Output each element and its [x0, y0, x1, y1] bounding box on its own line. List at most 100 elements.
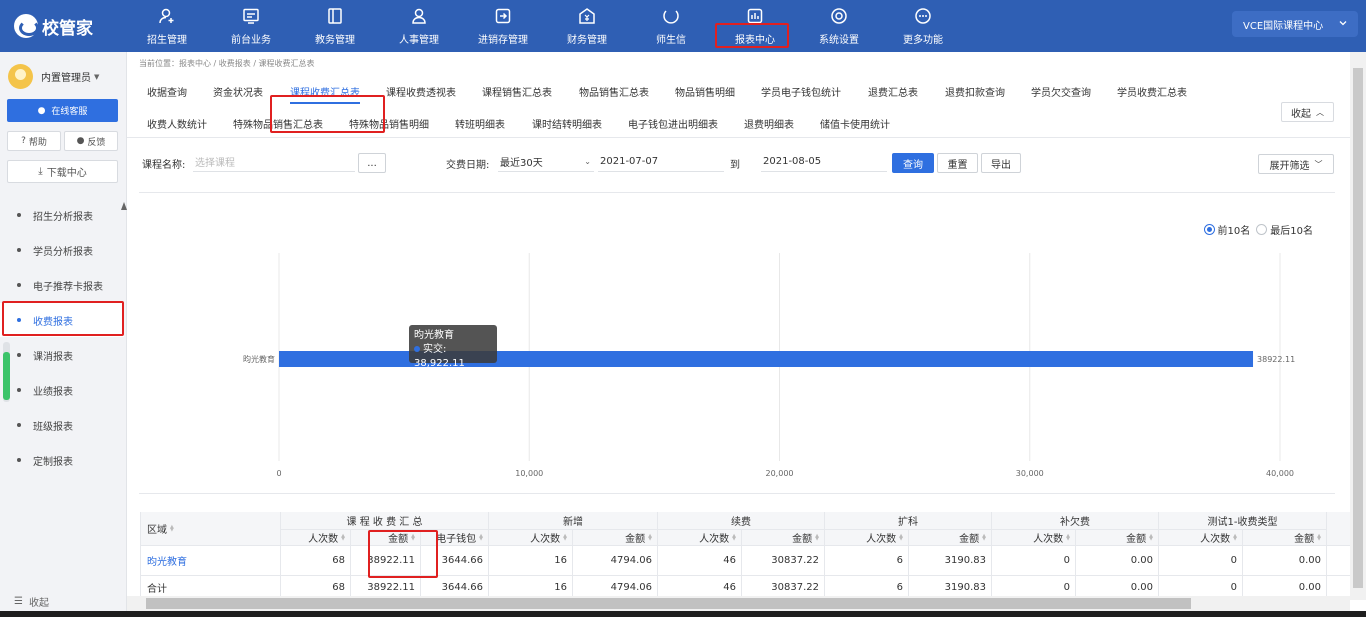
- bullet-icon: [17, 283, 21, 287]
- tab-transfer-detail[interactable]: 转班明细表: [455, 116, 505, 131]
- sort-icon[interactable]: ▲ ▼: [815, 533, 819, 541]
- sort-icon[interactable]: ▲ ▼: [170, 524, 174, 532]
- tabs-collapse-button[interactable]: 收起 ︿: [1281, 102, 1334, 122]
- query-button[interactable]: 查询: [892, 153, 934, 173]
- message-icon: [663, 10, 679, 24]
- column-subheader[interactable]: 人次数 ▲ ▼: [658, 530, 742, 546]
- feedback-button[interactable]: ● 反馈: [64, 131, 118, 151]
- sidebar-item-consumption-report[interactable]: 课消报表: [0, 338, 124, 372]
- sort-icon[interactable]: ▲ ▼: [1233, 533, 1237, 541]
- column-header-label: 区域: [147, 525, 167, 536]
- sort-icon[interactable]: ▲ ▼: [1317, 533, 1321, 541]
- feedback-label: 反馈: [87, 137, 106, 148]
- download-center-button[interactable]: ⤓ 下载中心: [7, 160, 118, 183]
- sidebar-item-label: 学员分析报表: [33, 246, 93, 258]
- tab-fund-status[interactable]: 资金状况表: [213, 84, 263, 99]
- sidebar-item-enrollment-report[interactable]: 招生分析报表: [0, 198, 124, 232]
- sort-icon[interactable]: ▲ ▼: [1066, 533, 1070, 541]
- nav-academic[interactable]: 教务管理: [293, 0, 377, 52]
- nav-label: 教务管理: [315, 35, 355, 46]
- column-group-header: 课 程 收 费 汇 总: [281, 512, 489, 530]
- course-browse-button[interactable]: ...: [358, 153, 386, 173]
- tab-wallet-stats[interactable]: 学员电子钱包统计: [761, 84, 841, 99]
- column-subheader[interactable]: 金额 ▲ ▼: [1243, 530, 1327, 546]
- column-subheader[interactable]: 金额 ▲ ▼: [909, 530, 992, 546]
- column-group-header: 新增: [489, 512, 658, 530]
- user-menu[interactable]: 内置管理员 ▼: [8, 64, 99, 89]
- column-header-region[interactable]: 区域 ▲ ▼: [141, 512, 281, 546]
- tab-goods-sales-detail[interactable]: 物品销售明细: [675, 84, 735, 99]
- tab-hours-carryover[interactable]: 课时结转明细表: [532, 116, 602, 131]
- column-subheader-label: 金额: [1126, 534, 1147, 545]
- bar-chart: 前10名 最后10名 0 10,000 20,000 30,000 40,000 昀光教育…: [139, 192, 1335, 494]
- nav-finance[interactable]: 财务管理: [545, 0, 629, 52]
- sort-icon[interactable]: ▲ ▼: [899, 533, 903, 541]
- bullet-icon: [17, 213, 21, 217]
- column-subheader[interactable]: 人次数 ▲ ▼: [281, 530, 351, 546]
- tab-receipt-query[interactable]: 收据查询: [147, 84, 187, 99]
- sidebar-item-custom-report[interactable]: 定制报表: [0, 443, 124, 477]
- help-icon: ?: [21, 136, 26, 146]
- tab-student-fee-summary[interactable]: 学员收费汇总表: [1117, 84, 1187, 99]
- sort-icon[interactable]: ▲ ▼: [1149, 533, 1153, 541]
- reset-button[interactable]: 重置: [937, 153, 978, 173]
- sidebar-collapse-button[interactable]: ☰ 收起: [14, 594, 49, 609]
- column-group-header: 测试1-收费类型: [1159, 512, 1327, 530]
- sidebar-item-student-report[interactable]: 学员分析报表: [0, 233, 124, 267]
- person-icon: [412, 8, 426, 24]
- sort-icon[interactable]: ▲ ▼: [563, 533, 567, 541]
- sidebar-item-ecard-report[interactable]: 电子推荐卡报表: [0, 268, 124, 302]
- date-range-select[interactable]: 最近30天 ⌄: [498, 152, 594, 172]
- tab-goods-sales-summary[interactable]: 物品销售汇总表: [579, 84, 649, 99]
- sort-icon[interactable]: ▲ ▼: [982, 533, 986, 541]
- column-subheader[interactable]: 人次数 ▲ ▼: [992, 530, 1076, 546]
- nav-enrollment[interactable]: 招生管理: [125, 0, 209, 52]
- sort-icon[interactable]: ▲ ▼: [341, 533, 345, 541]
- nav-more[interactable]: 更多功能: [881, 0, 965, 52]
- sidebar-scrollbar[interactable]: [3, 342, 10, 402]
- nav-messages[interactable]: 师生信: [629, 0, 713, 52]
- sort-icon[interactable]: ▲ ▼: [732, 533, 736, 541]
- tab-refund-summary[interactable]: 退费汇总表: [868, 84, 918, 99]
- nav-hr[interactable]: 人事管理: [377, 0, 461, 52]
- course-input[interactable]: 选择课程: [193, 152, 355, 172]
- tab-wallet-flow[interactable]: 电子钱包进出明细表: [628, 116, 718, 131]
- vertical-scrollbar[interactable]: [1350, 52, 1366, 600]
- tab-payer-count[interactable]: 收费人数统计: [147, 116, 207, 131]
- campus-selector[interactable]: VCE国际课程中心: [1232, 11, 1358, 37]
- horizontal-scrollbar[interactable]: [127, 596, 1350, 611]
- help-button[interactable]: ? 帮助: [7, 131, 61, 151]
- export-button[interactable]: 导出: [981, 153, 1021, 173]
- sort-icon[interactable]: ▲ ▼: [648, 533, 652, 541]
- sort-icon[interactable]: ▲ ▼: [479, 533, 483, 541]
- end-date-input[interactable]: 2021-08-05: [761, 152, 887, 172]
- table-cell: 30837.22: [742, 546, 825, 576]
- nav-settings[interactable]: 系统设置: [797, 0, 881, 52]
- column-subheader[interactable]: 人次数 ▲ ▼: [1159, 530, 1243, 546]
- tab-course-sales-summary[interactable]: 课程销售汇总表: [482, 84, 552, 99]
- column-subheader[interactable]: 金额 ▲ ▼: [1076, 530, 1159, 546]
- tab-arrears-query[interactable]: 学员欠交查询: [1031, 84, 1091, 99]
- column-subheader[interactable]: 金额 ▲ ▼: [742, 530, 825, 546]
- nav-front-desk[interactable]: 前台业务: [209, 0, 293, 52]
- tab-course-fee-pivot[interactable]: 课程收费透视表: [386, 84, 456, 99]
- horizontal-scroll-thumb[interactable]: [146, 598, 1191, 609]
- online-service-button[interactable]: ● 在线客服: [7, 99, 118, 122]
- start-date-input[interactable]: 2021-07-07: [598, 152, 724, 172]
- sidebar-item-performance-report[interactable]: 业绩报表: [0, 373, 124, 407]
- column-subheader[interactable]: 人次数 ▲ ▼: [825, 530, 909, 546]
- nav-inventory[interactable]: 进销存管理: [461, 0, 545, 52]
- sidebar-item-class-report[interactable]: 班级报表: [0, 408, 124, 442]
- tab-refund-detail[interactable]: 退费明细表: [744, 116, 794, 131]
- tab-stored-card-stats[interactable]: 储值卡使用统计: [820, 116, 890, 131]
- column-subheader-label: 人次数: [699, 534, 730, 545]
- expand-filter-button[interactable]: 展开筛选 ﹀: [1258, 154, 1334, 174]
- region-link[interactable]: 昀光教育: [141, 546, 281, 576]
- column-subheader[interactable]: 人次数 ▲ ▼: [489, 530, 573, 546]
- app-logo[interactable]: 校管家: [14, 13, 93, 39]
- tab-refund-deduction[interactable]: 退费扣款查询: [945, 84, 1005, 99]
- column-subheader[interactable]: 金额 ▲ ▼: [573, 530, 658, 546]
- table-cell: 0: [992, 546, 1076, 576]
- vertical-scroll-thumb[interactable]: [1353, 68, 1363, 588]
- x-tick-label: 20,000: [766, 469, 794, 478]
